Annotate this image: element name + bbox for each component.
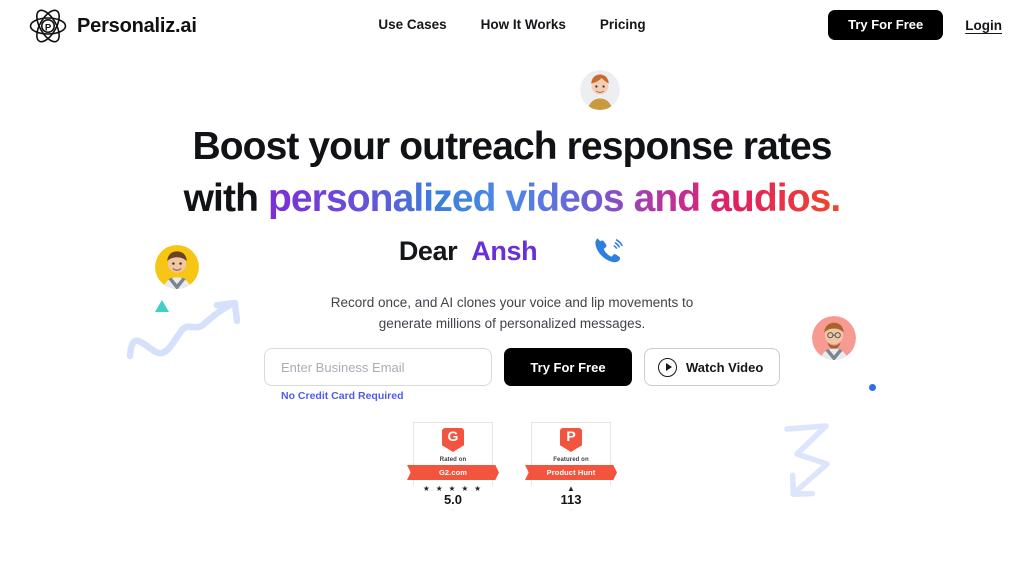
headline-line-2: with personalized videos and audios. [0,176,1024,222]
badge-ribbon-label: Product Hunt [525,465,617,480]
badge-product-hunt[interactable]: P Featured on Product Hunt ▲ 113 [525,422,617,510]
business-email-input[interactable] [264,348,492,386]
landing-page: P Personaliz.ai Use Cases How It Works P… [0,0,1024,576]
subcopy-line-1: Record once, and AI clones your voice an… [330,295,694,310]
email-field-wrapper: No Credit Card Required [264,348,492,402]
trust-badges: G Rated on G2.com ★ ★ ★ ★ ★ 5.0 P Featur… [0,422,1024,510]
no-credit-card-note: No Credit Card Required [281,390,404,402]
ringing-phone-icon [595,237,623,262]
badge-ribbon-label: G2.com [407,465,499,480]
headline-gradient-text: personalized videos and audios. [267,177,841,221]
page-title: Boost your outreach response rates with … [0,124,1024,222]
watch-video-button[interactable]: Watch Video [644,348,781,386]
hero-subcopy: Record once, and AI clones your voice an… [0,293,1024,335]
headline-line-1: Boost your outreach response rates [192,125,832,168]
dear-label: Dear [398,236,458,266]
blue-dot [869,384,876,391]
product-hunt-logo-icon: P [560,428,582,452]
dear-name: Ansh [471,236,538,266]
badge-sub-label: Featured on [553,457,589,463]
badge-score: 113 [560,492,582,507]
watch-video-label: Watch Video [686,359,764,375]
hero-section: Boost your outreach response rates with … [0,0,1024,576]
dear-row: Dear Ansh [0,236,1024,267]
subcopy-line-2: generate millions of personalized messag… [378,315,646,331]
play-icon [658,357,677,377]
badge-sub-label: Rated on [439,457,467,463]
g2-logo-icon: G [442,428,464,452]
avatar-woman [580,70,620,110]
badge-g2[interactable]: G Rated on G2.com ★ ★ ★ ★ ★ 5.0 [407,422,499,510]
hero-cta-row: No Credit Card Required Try For Free Wat… [264,348,781,402]
badge-score: 5.0 [443,492,463,507]
hero-try-for-free-button[interactable]: Try For Free [504,348,632,386]
headline-prefix: with [183,177,268,221]
